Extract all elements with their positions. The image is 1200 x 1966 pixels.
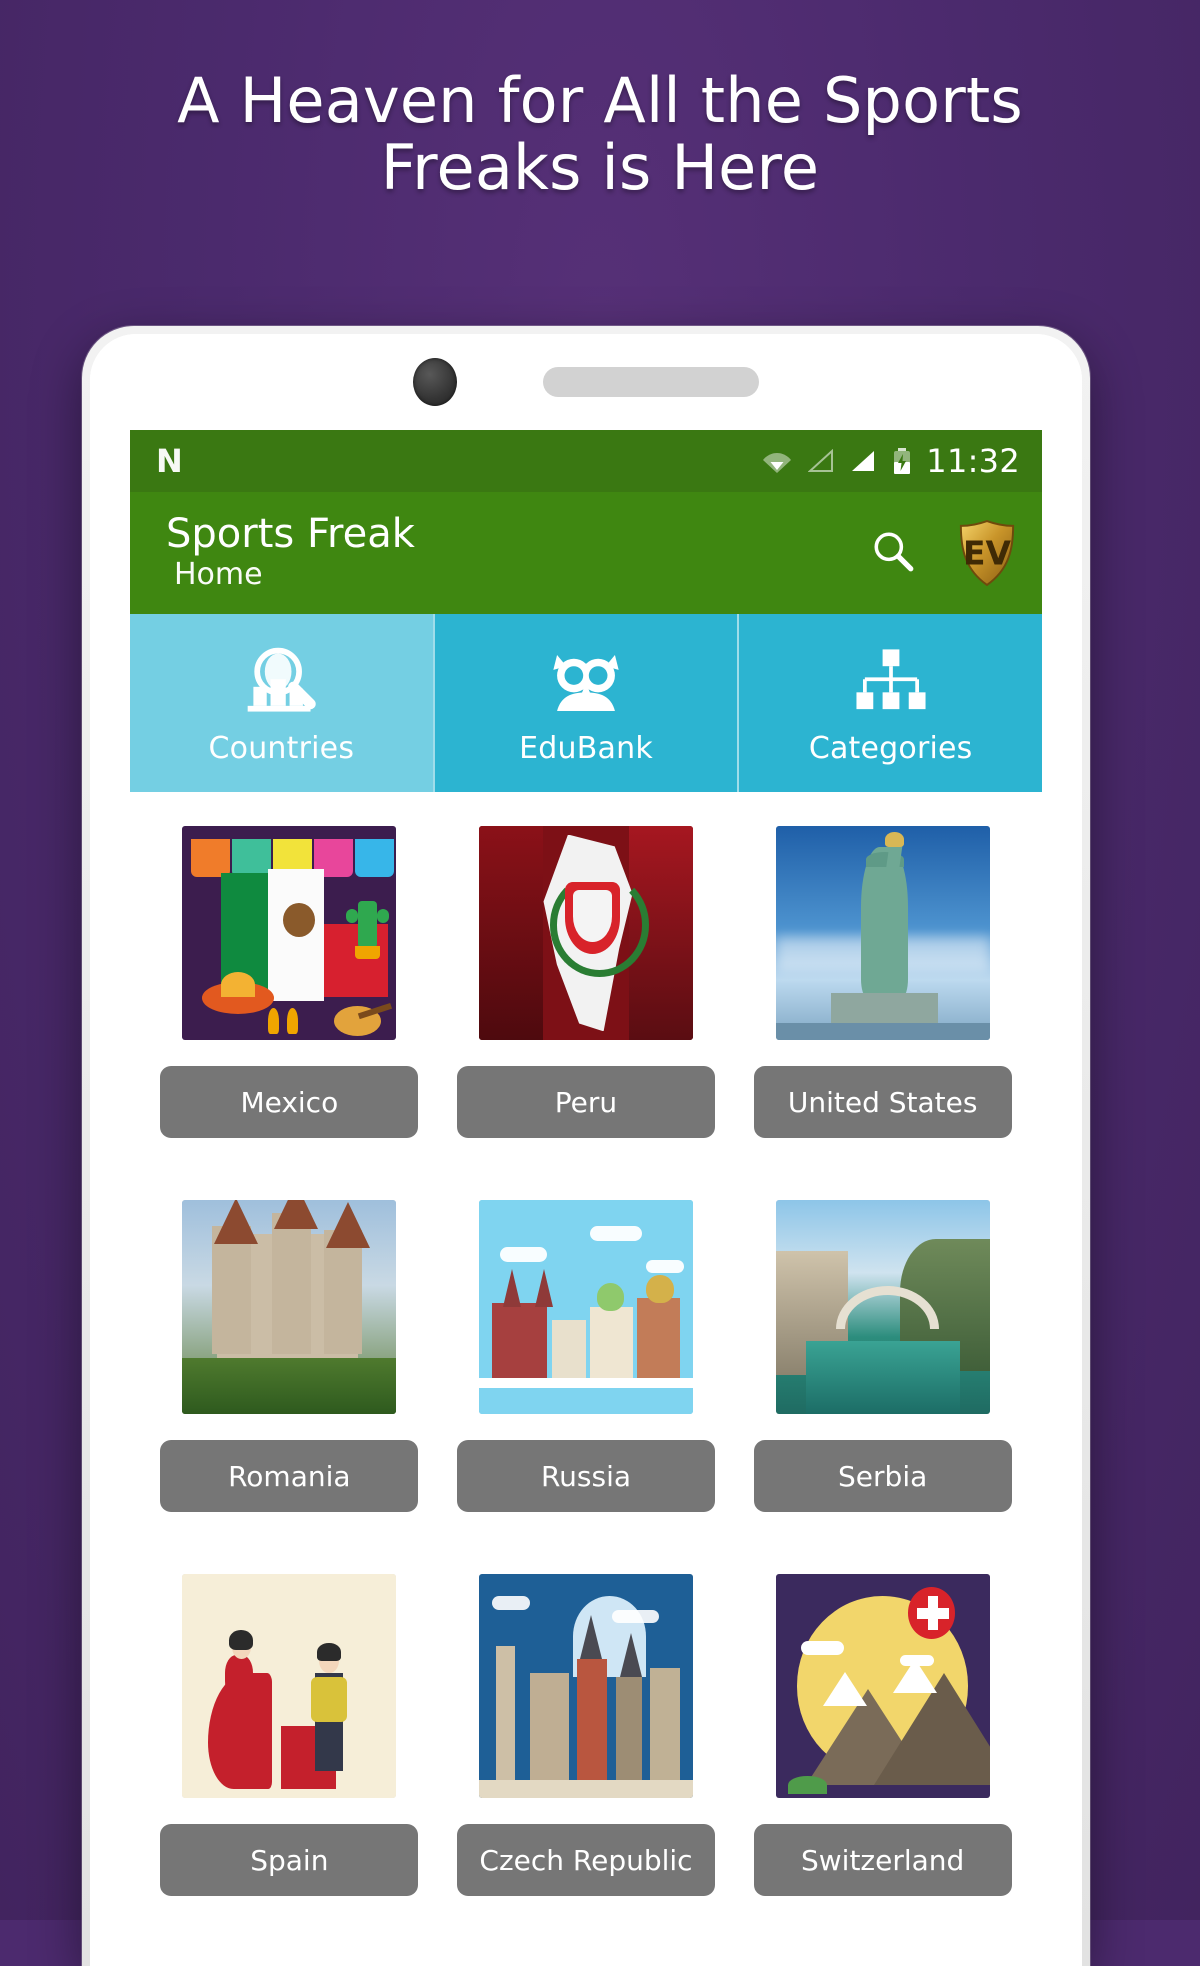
promo-headline: A Heaven for All the Sports Freaks is He…: [0, 64, 1200, 204]
tab-categories[interactable]: Categories: [737, 614, 1042, 792]
tab-countries[interactable]: Countries: [130, 614, 433, 792]
country-chip[interactable]: Switzerland: [753, 1824, 1012, 1896]
app-subtitle: Home: [174, 556, 263, 592]
country-thumbnail[interactable]: [182, 1574, 397, 1798]
country-thumbnail[interactable]: [775, 1574, 990, 1798]
country-chip[interactable]: Czech Republic: [456, 1824, 715, 1896]
android-n-logo-icon: N: [156, 442, 183, 480]
country-thumbnail[interactable]: [478, 1574, 693, 1798]
grid-item[interactable]: Peru: [441, 814, 732, 1188]
country-chip[interactable]: Russia: [456, 1440, 715, 1512]
grid-item[interactable]: Czech Republic: [441, 1562, 732, 1946]
hierarchy-icon: [849, 641, 933, 725]
grid-item[interactable]: Romania: [144, 1188, 435, 1562]
phone-mockup: N 11:32 Sports Freak Home EV Countries E…: [82, 326, 1090, 1966]
magnifier-city-icon: [238, 641, 324, 725]
tab-bar: Countries EduBank Categories: [130, 614, 1042, 792]
search-icon: [870, 528, 916, 579]
country-chip[interactable]: Romania: [160, 1440, 419, 1512]
grid-item[interactable]: Serbia: [737, 1188, 1028, 1562]
country-thumbnail[interactable]: [478, 826, 693, 1040]
country-thumbnail[interactable]: [775, 826, 990, 1040]
country-thumbnail[interactable]: [478, 1200, 693, 1414]
battery-charging-icon: [892, 447, 912, 475]
headline-line-2: Freaks is Here: [380, 130, 820, 204]
signal-full-icon: [850, 449, 876, 473]
svg-text:EV: EV: [963, 534, 1011, 573]
search-button[interactable]: [860, 520, 926, 586]
status-bar: N 11:32: [130, 430, 1042, 492]
tab-edubank[interactable]: EduBank: [432, 614, 738, 792]
grid-item[interactable]: Russia: [441, 1188, 732, 1562]
headline-line-1: A Heaven for All the Sports: [177, 64, 1023, 137]
country-thumbnail[interactable]: [182, 826, 397, 1040]
grid-item[interactable]: United States: [737, 814, 1028, 1188]
tab-label-categories: Categories: [808, 730, 973, 766]
owl-icon: [544, 641, 628, 725]
country-chip[interactable]: United States: [753, 1066, 1012, 1138]
front-camera-icon: [413, 358, 457, 406]
phone-bezel-top: [90, 334, 1082, 430]
grid-item[interactable]: Mexico: [144, 814, 435, 1188]
app-bar: Sports Freak Home EV: [130, 492, 1042, 614]
country-chip[interactable]: Peru: [456, 1066, 715, 1138]
tab-label-edubank: EduBank: [519, 730, 653, 766]
phone-screen: N 11:32 Sports Freak Home EV Countries E…: [130, 430, 1042, 1966]
country-chip[interactable]: Mexico: [160, 1066, 419, 1138]
status-bar-clock: 11:32: [926, 442, 1020, 480]
country-thumbnail[interactable]: [182, 1200, 397, 1414]
shield-icon: EV: [959, 520, 1015, 587]
earpiece-speaker: [543, 367, 759, 397]
app-title: Sports Freak: [166, 510, 415, 557]
signal-empty-icon: [807, 448, 834, 473]
tab-label-countries: Countries: [208, 730, 355, 766]
country-grid: Mexico Peru United States Romania Russia…: [130, 792, 1042, 1946]
wifi-icon: [762, 449, 792, 473]
country-chip[interactable]: Serbia: [753, 1440, 1012, 1512]
grid-item[interactable]: Switzerland: [737, 1562, 1028, 1946]
country-thumbnail[interactable]: [775, 1200, 990, 1414]
grid-item[interactable]: Spain: [144, 1562, 435, 1946]
country-chip[interactable]: Spain: [160, 1824, 419, 1896]
brand-logo-button[interactable]: EV: [956, 518, 1018, 588]
